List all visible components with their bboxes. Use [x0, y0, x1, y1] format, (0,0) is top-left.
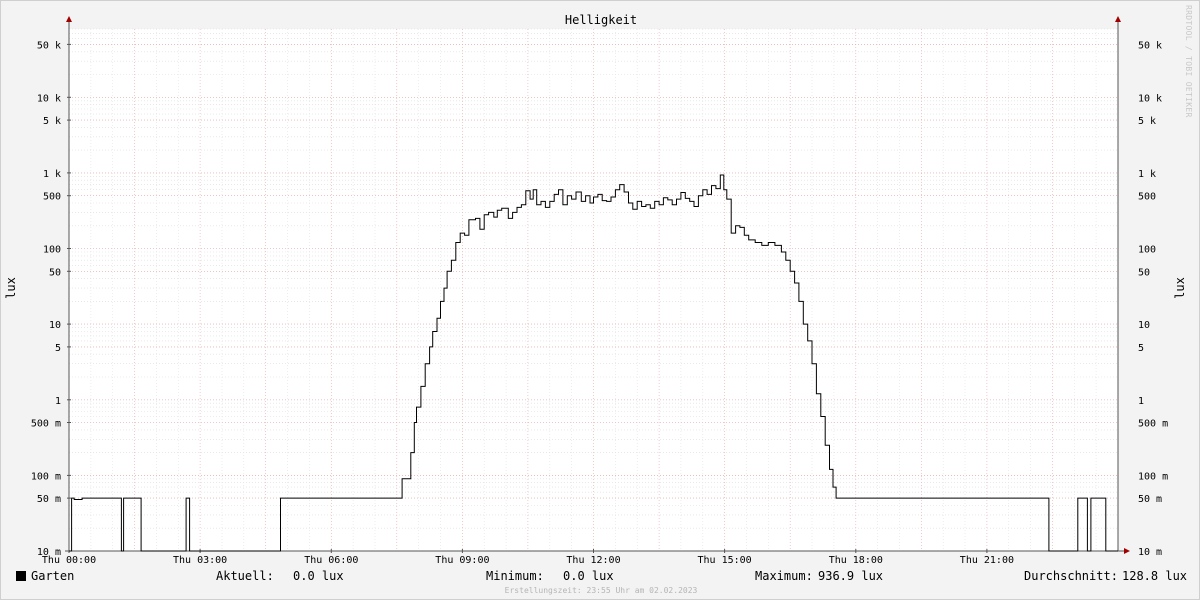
y-tick-label: 50 [49, 267, 61, 278]
y-axis-label-right: lux [1173, 277, 1187, 299]
y-tick-label: 10 m [1138, 547, 1162, 558]
y-axis-right-arrow [1115, 16, 1121, 22]
chart-svg: 50 k 10 k 5 k 1 k 500 100 50 10 5 1 500 m 100 m 50 m… [4, 13, 1187, 566]
y-tick-labels-left: 50 k 10 k 5 k 1 k 500 100 50 10 5 1 500 m 100 m 50 m… [31, 40, 61, 558]
x-tick-label: Thu 06:00 [304, 555, 358, 566]
x-tick-label: Thu 00:00 [42, 555, 96, 566]
legend-current-label: Aktuell: [216, 569, 274, 583]
x-axis-arrow [1124, 548, 1130, 554]
legend-min-label: Minimum: [486, 569, 544, 583]
chart-frame: 50 k 10 k 5 k 1 k 500 100 50 10 5 1 500 m 100 m 50 m… [0, 0, 1200, 600]
x-tick-label: Thu 12:00 [566, 555, 620, 566]
y-tick-label: 50 k [1138, 40, 1162, 51]
y-tick-label: 50 m [1138, 494, 1162, 505]
x-tick-label: Thu 21:00 [960, 555, 1014, 566]
y-tick-label: 500 [1138, 192, 1156, 203]
rrdtool-watermark: RRDTOOL / TOBI OETIKER [1184, 5, 1193, 118]
legend-avg-label: Durchschnitt: [1024, 569, 1118, 583]
y-tick-label: 100 m [1138, 471, 1168, 482]
y-tick-label: 500 m [31, 419, 61, 430]
y-tick-label: 10 k [37, 93, 61, 104]
legend-series-name: Garten [31, 569, 75, 583]
legend-avg-value: 128.8 lux [1122, 569, 1188, 583]
y-tick-label: 100 [43, 245, 61, 256]
x-tick-label: Thu 03:00 [173, 555, 227, 566]
x-tick-label: Thu 18:00 [829, 555, 883, 566]
legend-max-value: 936.9 lux [818, 569, 884, 583]
legend-swatch [16, 571, 26, 581]
y-tick-label: 50 k [37, 40, 61, 51]
x-tick-labels: Thu 00:00 Thu 03:00 Thu 06:00 Thu 09:00 Thu … [42, 555, 1014, 566]
legend-max-label: Maximum: [755, 569, 813, 583]
y-tick-label: 1 [55, 396, 61, 407]
y-tick-label: 1 [1138, 396, 1144, 407]
legend-min-value: 0.0 lux [563, 569, 614, 583]
y-tick-label: 100 m [31, 471, 61, 482]
chart-title: Helligkeit [565, 13, 637, 27]
x-tick-label: Thu 15:00 [698, 555, 752, 566]
y-tick-label: 500 m [1138, 419, 1168, 430]
y-axis-left-arrow [66, 16, 72, 22]
y-tick-labels-right: 50 k 10 k 5 k 1 k 500 100 50 10 5 1 500 m 100 m 50 m… [1138, 40, 1168, 558]
y-tick-label: 100 [1138, 245, 1156, 256]
y-tick-label: 50 m [37, 494, 61, 505]
y-tick-label: 5 [1138, 343, 1144, 354]
y-tick-label: 1 k [43, 169, 61, 180]
y-tick-label: 10 [1138, 320, 1150, 331]
legend-current-value: 0.0 lux [293, 569, 344, 583]
y-tick-label: 50 [1138, 267, 1150, 278]
y-tick-label: 10 k [1138, 93, 1162, 104]
x-tick-label: Thu 09:00 [435, 555, 489, 566]
y-tick-label: 500 [43, 192, 61, 203]
y-tick-label: 5 k [1138, 116, 1156, 127]
y-tick-label: 5 k [43, 116, 61, 127]
y-tick-label: 10 [49, 320, 61, 331]
y-tick-label: 1 k [1138, 169, 1156, 180]
y-axis-label-left: lux [4, 277, 18, 299]
y-tick-label: 5 [55, 343, 61, 354]
footer-timestamp: Erstellungszeit: 23:55 Uhr am 02.02.2023 [504, 586, 698, 595]
